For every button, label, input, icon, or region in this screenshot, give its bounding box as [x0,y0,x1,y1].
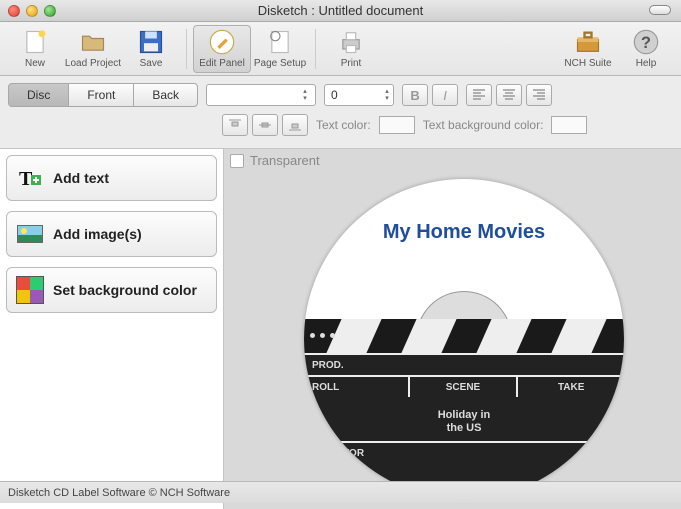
page-setup-icon [266,28,294,56]
valign-top-button[interactable] [222,114,248,136]
clapperboard: PROD. ROLL SCENE TAKE Holiday in the US … [304,319,624,499]
save-button[interactable]: Save [122,25,180,73]
clap-prod: PROD. [304,355,624,375]
add-images-button[interactable]: Add image(s) [6,211,217,257]
text-color-label: Text color: [316,118,371,132]
edit-panel-button[interactable]: Edit Panel [193,25,251,73]
toolbar-toggle-icon[interactable] [649,5,671,15]
italic-button[interactable]: I [432,84,458,106]
format-bar: Disc Front Back ▴▾ 0 ▴▾ B I Text color: [0,76,681,149]
set-background-label: Set background color [53,282,197,298]
load-project-button[interactable]: Load Project [64,25,122,73]
set-background-button[interactable]: Set background color [6,267,217,313]
transparent-checkbox[interactable]: Transparent [230,153,320,168]
clap-scene: SCENE [410,377,519,397]
help-button[interactable]: ? Help [617,25,675,73]
separator [186,29,187,69]
nch-suite-button[interactable]: NCH Suite [559,25,617,73]
load-project-label: Load Project [65,58,121,69]
text-color-swatch[interactable] [379,116,415,134]
font-size-value: 0 [325,88,381,102]
tools-panel: T Add text Add image(s) Set background c… [0,149,223,509]
pencil-icon [208,28,236,56]
text-bg-swatch[interactable] [551,116,587,134]
tab-back[interactable]: Back [133,83,198,107]
view-tabs: Disc Front Back [8,83,198,107]
clap-take: TAKE [518,377,624,397]
transparent-label: Transparent [250,153,320,168]
font-family-combo[interactable]: ▴▾ [206,84,316,106]
align-right-button[interactable] [526,84,552,106]
svg-text:T: T [19,168,33,190]
color-grid-icon [17,277,43,303]
add-text-button[interactable]: T Add text [6,155,217,201]
checkbox-icon [230,154,244,168]
help-icon: ? [632,28,660,56]
titlebar: Disketch : Untitled document [0,0,681,22]
clap-director: DIRECTOR [304,443,624,463]
window-title: Disketch : Untitled document [0,3,681,18]
stepper-icon: ▴▾ [381,88,393,102]
bold-button[interactable]: B [402,84,428,106]
page-setup-label: Page Setup [254,58,306,69]
tab-front[interactable]: Front [69,83,133,107]
print-button[interactable]: Print [322,25,380,73]
help-label: Help [636,58,657,69]
status-bar: Disketch CD Label Software © NCH Softwar… [0,481,681,503]
font-size-stepper[interactable]: 0 ▴▾ [324,84,394,106]
footer-text: Disketch CD Label Software © NCH Softwar… [8,487,230,499]
new-label: New [25,58,45,69]
stepper-icon: ▴▾ [299,88,311,102]
canvas[interactable]: Transparent My Home Movies PROD. [223,149,681,509]
folder-open-icon [79,28,107,56]
text-bg-label: Text background color: [423,118,544,132]
clap-roll: ROLL [304,377,410,397]
tab-disc[interactable]: Disc [8,83,69,107]
clap-scene-text: Holiday in the US [304,409,624,435]
align-left-button[interactable] [466,84,492,106]
page-setup-button[interactable]: Page Setup [251,25,309,73]
floppy-icon [137,28,165,56]
disc-title: My Home Movies [304,221,624,244]
toolbox-icon [574,28,602,56]
printer-icon [337,28,365,56]
main-area: T Add text Add image(s) Set background c… [0,149,681,509]
valign-middle-button[interactable] [252,114,278,136]
save-label: Save [140,58,163,69]
add-text-label: Add text [53,170,109,186]
valign-bottom-button[interactable] [282,114,308,136]
new-icon [21,28,49,56]
main-toolbar: New Load Project Save Edit Panel Page Se… [0,22,681,76]
image-icon [17,221,43,247]
align-center-button[interactable] [496,84,522,106]
text-icon: T [17,165,43,191]
nch-suite-label: NCH Suite [564,58,611,69]
add-images-label: Add image(s) [53,226,142,242]
print-label: Print [341,58,362,69]
separator [315,29,316,69]
new-button[interactable]: New [6,25,64,73]
edit-panel-label: Edit Panel [199,58,245,69]
disc-preview[interactable]: My Home Movies PROD. ROLL SCENE [304,179,624,499]
svg-text:?: ? [641,34,651,52]
